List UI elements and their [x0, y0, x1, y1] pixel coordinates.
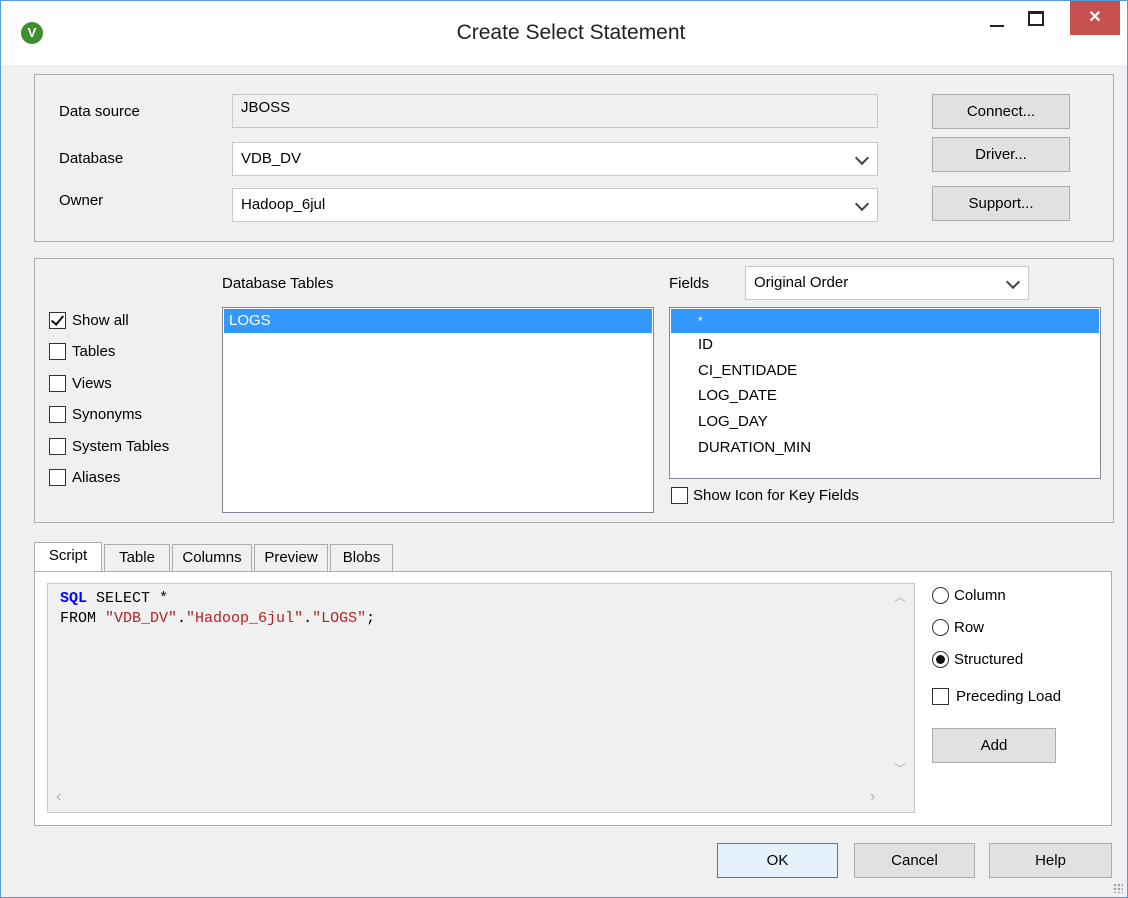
- checkbox[interactable]: [671, 487, 688, 504]
- list-item[interactable]: *: [671, 309, 1099, 333]
- field-order-select[interactable]: Original Order: [745, 266, 1029, 300]
- window-title: Create Select Statement: [456, 21, 686, 44]
- maximize-button[interactable]: [1023, 1, 1069, 35]
- database-tables-list[interactable]: LOGS: [222, 307, 654, 513]
- checkbox[interactable]: [932, 688, 949, 705]
- sql-keyword: SQL: [60, 590, 88, 607]
- semicolon: ;: [366, 610, 376, 627]
- database-label: Database: [59, 150, 124, 167]
- resize-grip-icon[interactable]: [1113, 883, 1123, 893]
- list-item[interactable]: ID: [698, 336, 713, 353]
- fields-label: Fields: [669, 275, 710, 292]
- close-icon: ✕: [1088, 9, 1102, 26]
- field-order-value: Original Order: [754, 274, 849, 291]
- database-tables-header: Database Tables: [222, 275, 334, 292]
- ok-button[interactable]: OK: [717, 843, 838, 878]
- chevron-down-icon: [854, 150, 870, 166]
- minimize-button[interactable]: [976, 1, 1022, 35]
- database-string: "VDB_DV": [105, 610, 178, 627]
- data-source-field: JBOSS: [232, 94, 878, 128]
- add-button[interactable]: Add: [932, 728, 1056, 763]
- chevron-down-icon: [1005, 274, 1021, 290]
- scroll-left-icon[interactable]: ‹: [56, 788, 61, 806]
- script-line-2: FROM "VDB_DV"."Hadoop_6jul"."LOGS";: [60, 610, 375, 627]
- dot-separator: .: [303, 610, 313, 627]
- owner-string: "Hadoop_6jul": [186, 610, 304, 627]
- data-source-label: Data source: [59, 103, 140, 120]
- connect-button[interactable]: Connect...: [932, 94, 1070, 129]
- filter-label: Synonyms: [72, 406, 143, 423]
- script-line-1: SQL SELECT *: [60, 590, 168, 607]
- chevron-down-icon: [854, 196, 870, 212]
- checkbox[interactable]: [49, 438, 66, 455]
- dot-separator: .: [177, 610, 187, 627]
- preceding-load-label: Preceding Load: [956, 688, 1062, 705]
- scroll-right-icon[interactable]: ›: [870, 788, 875, 806]
- checkbox[interactable]: [49, 469, 66, 486]
- database-select[interactable]: VDB_DV: [232, 142, 878, 176]
- from-keyword: FROM: [60, 610, 106, 627]
- tab-columns[interactable]: Columns: [172, 544, 252, 572]
- driver-button[interactable]: Driver...: [932, 137, 1070, 172]
- tab-table[interactable]: Table: [104, 544, 170, 572]
- checkbox[interactable]: [49, 343, 66, 360]
- list-item[interactable]: DURATION_MIN: [698, 439, 811, 456]
- radio-label: Row: [954, 619, 985, 636]
- filter-label: Show all: [72, 312, 129, 329]
- database-select-value: VDB_DV: [241, 150, 302, 167]
- list-item[interactable]: LOG_DAY: [698, 413, 768, 430]
- maximize-icon: [1028, 11, 1044, 26]
- scroll-down-icon[interactable]: ﹀: [894, 760, 906, 777]
- list-item[interactable]: LOG_DATE: [698, 387, 777, 404]
- cancel-button[interactable]: Cancel: [854, 843, 975, 878]
- scroll-up-icon[interactable]: ︿: [894, 588, 906, 605]
- radio-button[interactable]: [932, 619, 949, 636]
- select-clause: SELECT *: [87, 590, 169, 607]
- tab-script[interactable]: Script: [34, 542, 102, 572]
- list-item[interactable]: LOGS: [224, 309, 652, 333]
- radio-button[interactable]: [932, 651, 949, 668]
- help-button[interactable]: Help: [989, 843, 1112, 878]
- dialog-window: V Create Select Statement ✕ Data source …: [0, 0, 1128, 898]
- script-editor[interactable]: SQL SELECT * FROM "VDB_DV"."Hadoop_6jul"…: [47, 583, 915, 813]
- owner-label: Owner: [59, 192, 104, 209]
- check-icon: [50, 312, 65, 326]
- minimize-icon: [990, 25, 1004, 27]
- checkbox[interactable]: [49, 406, 66, 423]
- radio-label: Column: [954, 587, 1006, 604]
- radio-label: Structured: [954, 651, 1024, 668]
- filter-label: Tables: [72, 343, 116, 360]
- support-button[interactable]: Support...: [932, 186, 1070, 221]
- fields-list[interactable]: * ID CI_ENTIDADE LOG_DATE LOG_DAY DURATI…: [669, 307, 1101, 479]
- tab-preview[interactable]: Preview: [254, 544, 328, 572]
- radio-selected-dot: [936, 655, 945, 664]
- checkbox[interactable]: [49, 312, 66, 329]
- filter-label: Aliases: [72, 469, 121, 486]
- list-item[interactable]: CI_ENTIDADE: [698, 362, 797, 379]
- checkbox[interactable]: [49, 375, 66, 392]
- title-bar[interactable]: V Create Select Statement ✕: [1, 1, 1127, 65]
- radio-button[interactable]: [932, 587, 949, 604]
- close-button[interactable]: ✕: [1070, 1, 1120, 35]
- filter-label: Views: [72, 375, 112, 392]
- show-key-icon-label: Show Icon for Key Fields: [693, 487, 859, 504]
- owner-select[interactable]: Hadoop_6jul: [232, 188, 878, 222]
- table-string: "LOGS": [312, 610, 367, 627]
- owner-select-value: Hadoop_6jul: [241, 196, 326, 213]
- tab-blobs[interactable]: Blobs: [330, 544, 393, 572]
- filter-label: System Tables: [72, 438, 170, 455]
